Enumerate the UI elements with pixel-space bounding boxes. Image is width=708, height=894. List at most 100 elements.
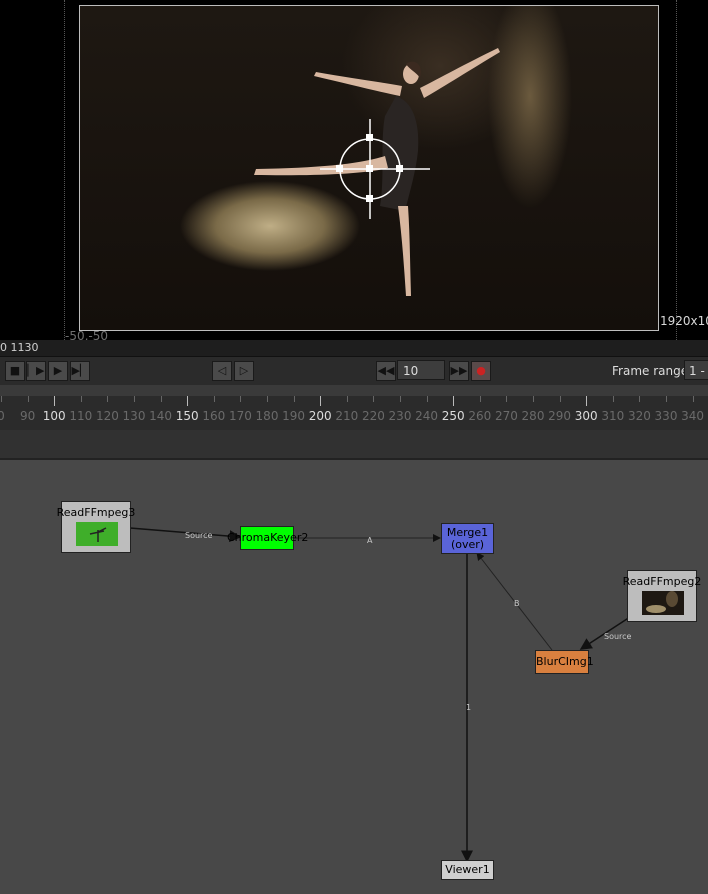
timeline-tick-130: 130 [122,409,146,423]
play-backward-button[interactable]: ▏▶ [26,361,46,381]
timeline-tick-280: 280 [521,409,545,423]
stop-button[interactable]: ■ [5,361,25,381]
timeline-tick-200: 200 [308,409,332,423]
timeline-tick-mark [1,396,2,402]
timeline-tick-140: 140 [149,409,173,423]
timeline-tick-190: 190 [282,409,306,423]
timeline-tick-mark [666,396,667,402]
rewind-icon: ◀◀ [377,364,395,377]
viewer-panel[interactable]: 1920x10 -50,-50 [0,0,708,340]
timeline-tick-mark [213,396,215,402]
info-text: 0 1130 [0,341,39,354]
timeline-tick-mark [533,396,534,402]
timeline-tick-270: 270 [494,409,518,423]
timeline-tick-340: 340 [681,409,705,423]
node-readffmpeg2-label: ReadFFmpeg2 [622,575,702,588]
edge-label-a: A [367,536,373,545]
node-readffmpeg3[interactable]: ReadFFmpeg3 [57,501,135,553]
transport-bar: ■ ▏▶ ▶ ▶▏ ◁ ▷ ◀◀ 10 ▶▶ ● Frame range 1 - [0,356,708,385]
next-keyframe-icon: ▷ [239,364,249,377]
timeline-tick-330: 330 [654,409,678,423]
timeline-tick-mark [54,396,56,406]
timeline-tick-mark [27,396,29,402]
node-chromakeyer2[interactable]: ChromaKeyer2 [227,526,308,550]
timeline-tick-250: 250 [441,409,465,423]
timeline-tick-mark [240,396,242,402]
node-readffmpeg3-thumbnail [76,522,118,546]
node-blurcimg1-label: BlurCImg1 [536,655,594,668]
fast-forward-icon: ▶▶ [450,364,468,377]
timeline-tick-290: 290 [548,409,572,423]
stop-icon: ■ [9,364,21,377]
timeline-ruler[interactable]: 0 90 100 110 120 130 140 150 160 170 180 190 200 210 2… [0,396,708,430]
timeline-tick-mark [479,396,481,402]
node-blurcimg1[interactable]: BlurCImg1 [535,650,594,674]
timeline-track[interactable] [0,430,708,460]
resolution-label: 1920x10 [660,314,708,328]
timeline-tick-mark [453,396,455,406]
timeline-tick-300: 300 [574,409,598,423]
previous-keyframe-icon: ◁ [217,364,227,377]
timeline-tick-mark [559,396,561,402]
previous-frame-button[interactable]: ◀◀ [376,361,396,381]
timeline-tick-mark [160,396,162,402]
edge-label-source-2: Source [604,632,632,641]
timeline-tick-mark [586,396,588,406]
node-readffmpeg2[interactable]: ReadFFmpeg2 [623,570,701,622]
viewer-image[interactable] [79,5,659,331]
timeline-tick-180: 180 [255,409,279,423]
node-readffmpeg3-label: ReadFFmpeg3 [56,506,136,519]
coords-label: -50,-50 [65,329,109,340]
timeline-tick-mark [107,396,109,402]
edge-label-b: B [514,599,520,608]
timeline-tick-mark [639,396,641,402]
timeline-tick-mark [80,396,82,402]
timeline-tick-mark [426,396,428,402]
timeline-tick-90: 90 [19,409,36,423]
frame-range-select[interactable]: 1 - [684,360,708,380]
dancer-image [254,48,500,296]
node-merge1-sublabel: (over) [450,538,485,551]
timeline-tick-240: 240 [415,409,439,423]
timeline-tick-mark [692,396,694,402]
next-frame-button[interactable]: ▶▶ [449,361,469,381]
timeline-tick-mark [320,396,322,406]
play-icon: ▶ [53,364,63,377]
node-viewer1[interactable]: Viewer1 [441,860,494,880]
timeline-tick-160: 160 [202,409,226,423]
timeline-tick-mark [267,396,268,402]
timeline-tick-120: 120 [95,409,119,423]
timeline-tick-mark [187,396,189,406]
play-backward-icon: ▏▶ [27,364,45,377]
node-readffmpeg2-thumbnail [642,591,684,615]
timeline-tick-mark [400,396,401,402]
timeline-tick-mark [612,396,614,402]
skip-end-icon: ▶▏ [71,364,89,377]
timeline-tick-310: 310 [601,409,625,423]
edge-label-source-1: Source [185,531,213,540]
timeline-tick-220: 220 [361,409,385,423]
timeline-tick-100: 100 [42,409,66,423]
play-forward-button[interactable]: ▶ [48,361,68,381]
timeline-tick-0: 0 [0,409,5,423]
record-button[interactable]: ● [471,361,491,381]
record-icon: ● [476,364,486,377]
timeline-tick-150: 150 [175,409,199,423]
go-to-end-button[interactable]: ▶▏ [70,361,90,381]
edge-label-1: 1 [466,703,471,712]
node-graph[interactable]: Source A B Source 1 ReadFFmpeg3 ChromaKe… [0,460,708,894]
timeline-tick-230: 230 [388,409,412,423]
timeline-tick-260: 260 [468,409,492,423]
previous-keyframe-button[interactable]: ◁ [212,361,232,381]
timeline-tick-170: 170 [228,409,252,423]
timeline-tick-110: 110 [69,409,93,423]
next-keyframe-button[interactable]: ▷ [234,361,254,381]
node-chromakeyer2-label: ChromaKeyer2 [227,531,309,544]
timeline-tick-mark [373,396,375,402]
frame-range-label: Frame range [612,364,689,378]
node-merge1[interactable]: Merge1 (over) [441,523,494,554]
timeline-tick-320: 320 [627,409,651,423]
timeline-tick-mark [134,396,135,402]
timeline-tick-mark [506,396,508,402]
current-frame-input[interactable]: 10 [397,360,445,380]
